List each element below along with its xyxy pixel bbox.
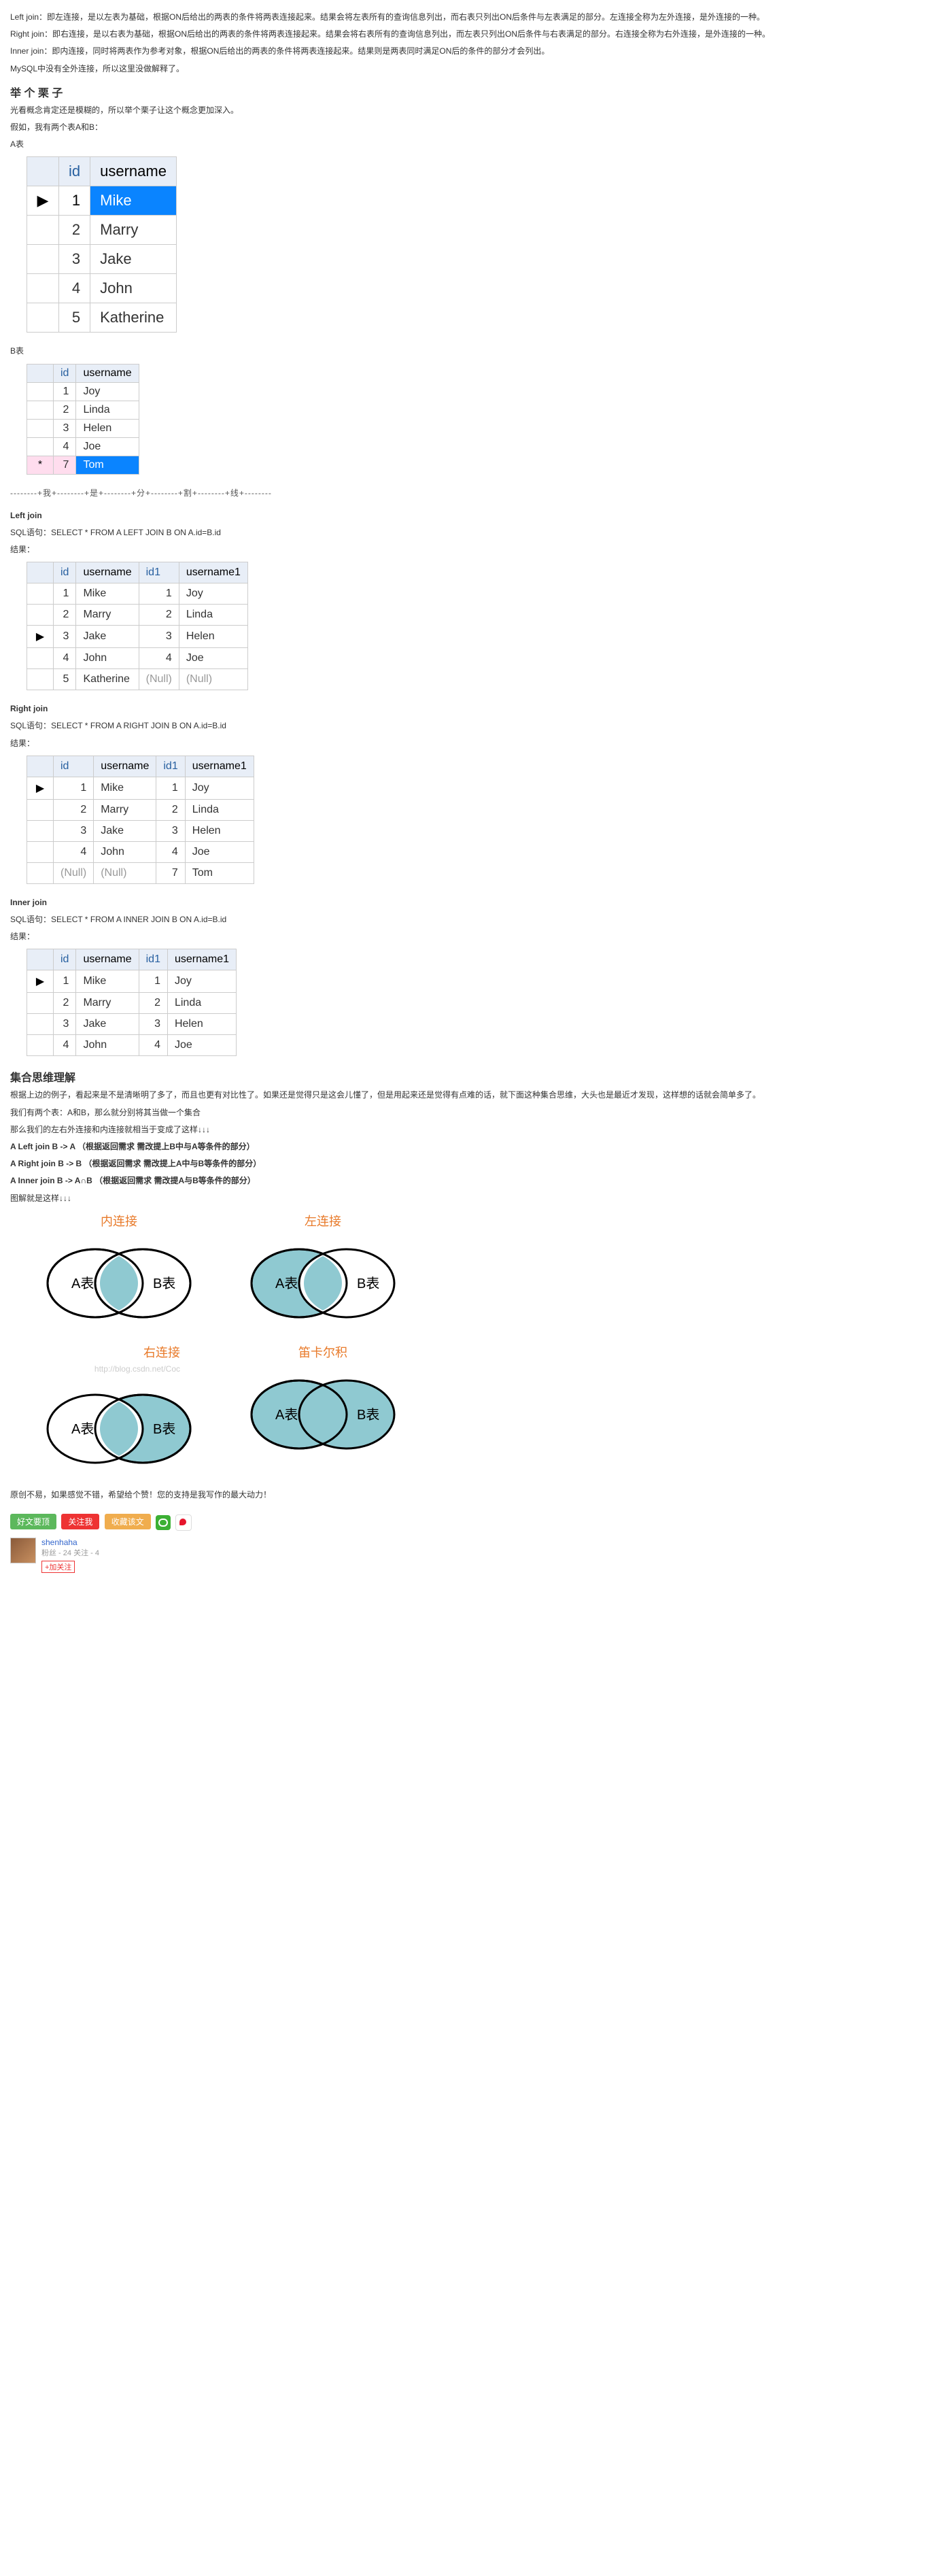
table-row: 5Katherine(Null)(Null) [27,669,248,690]
table-row: 3Jake3Helen [27,1014,237,1035]
example-intro1: 光看概念肯定还是模糊的，所以举个栗子让这个概念更加深入。 [10,104,924,117]
table-row: 1Joy [27,382,139,401]
table-row: 2Marry [27,216,177,245]
venn-a-label: A表 [275,1407,298,1423]
innerjoin-table: idusernameid1username1 ▶1Mike1Joy 2Marry… [27,949,237,1056]
innerjoin-title: Inner join [10,896,924,909]
author-meta: 粉丝 - 24 关注 - 4 [41,1549,99,1557]
leftjoin-res: 结果： [10,543,924,556]
intro-left: Left join：即左连接，是以左表为基础，根据ON后给出的两表的条件将两表连… [10,11,924,24]
venn-a-label: A表 [71,1276,94,1291]
intro-right: Right join：即右连接，是以右表为基础，根据ON后给出的两表的条件将两表… [10,28,924,41]
set-b: A Right join B -> B （根据返回需求 需改提上A中与B等条件的… [10,1157,924,1170]
venn-left: 左连接 A表 B表 [235,1212,411,1329]
wechat-icon[interactable] [156,1515,171,1530]
venn-b-label: B表 [357,1407,379,1423]
venn-right: 右连接 http://blog.csdn.net/Coc A表 B表 [31,1343,207,1475]
table-row: 2Marry2Linda [27,799,254,820]
set-p4: 图解就是这样↓↓↓ [10,1192,924,1205]
set-p3: 那么我们的左右外连接和内连接就相当于变成了这样↓↓↓ [10,1123,924,1136]
table-row: 2Marry2Linda [27,605,248,626]
watermark: http://blog.csdn.net/Coc [94,1364,180,1374]
add-follow-button[interactable]: +加关注 [41,1561,75,1573]
venn-right-svg: A表 B表 [31,1378,207,1473]
favorite-button[interactable]: 收藏该文 [105,1514,151,1529]
table-row: 3Helen [27,419,139,437]
set-a: A Left join B -> A （根据返回需求 需改提上B中与A等条件的部… [10,1140,924,1153]
set-p1: 根据上边的例子，看起来是不是清晰明了多了，而且也更有对比性了。如果还是觉得只是这… [10,1089,924,1102]
col-id: id [54,364,76,382]
venn-a-label: A表 [275,1276,298,1291]
table-a: idusername ▶1Mike 2Marry 3Jake 4John 5Ka… [27,156,177,333]
venn-b-label: B表 [153,1276,175,1291]
set-p2: 我们有两个表：A和B，那么就分别将其当做一个集合 [10,1106,924,1119]
label-b: B表 [10,345,924,358]
table-b: idusername 1Joy 2Linda 3Helen 4Joe *7Tom [27,364,139,475]
table-row: 2Marry2Linda [27,993,237,1014]
example-heading: 举 个 栗 子 [10,84,924,100]
venn-cross: 笛卡尔积 A表 B表 [235,1343,411,1475]
innerjoin-sql: SQL语句：SELECT * FROM A INNER JOIN B ON A.… [10,913,924,926]
venn-b-label: B表 [357,1276,379,1291]
set-c: A Inner join B -> A∩B （根据返回需求 需改提A与B等条件的… [10,1174,924,1187]
venn-cross-svg: A表 B表 [235,1363,411,1459]
like-button[interactable]: 好文要顶 [10,1514,56,1529]
table-row: 4John4Joe [27,648,248,669]
venn-left-svg: A表 B表 [235,1232,411,1327]
table-row: 2Linda [27,401,139,419]
venn-inner: 内连接 A表 B表 [31,1212,207,1329]
set-heading: 集合思维理解 [10,1068,924,1085]
rightjoin-res: 结果： [10,737,924,750]
intro-mysql: MySQL中没有全外连接，所以这里没做解释了。 [10,63,924,75]
intro-inner: Inner join：即内连接，同时将两表作为参考对象，根据ON后给出的两表的条… [10,45,924,58]
venn-label-left: 左连接 [235,1212,411,1230]
col-username: username [90,157,177,186]
col-id: id [59,157,90,186]
venn-a-label: A表 [71,1421,94,1437]
table-row: 5Katherine [27,303,177,333]
table-row: 4Joe [27,437,139,456]
weibo-icon[interactable] [175,1514,192,1531]
table-row: 3Jake3Helen [27,820,254,841]
leftjoin-table: idusernameid1username1 1Mike1Joy 2Marry2… [27,562,248,690]
table-row: 1Mike1Joy [27,583,248,605]
col-username: username [76,364,139,382]
venn-label-cross: 笛卡尔积 [235,1343,411,1361]
table-row: 4John4Joe [27,1035,237,1056]
venn-label-right: 右连接 [143,1346,180,1359]
table-row: (Null)(Null)7Tom [27,862,254,883]
rightjoin-sql: SQL语句：SELECT * FROM A RIGHT JOIN B ON A.… [10,719,924,732]
closing: 原创不易，如果感觉不错，希望给个赞！您的支持是我写作的最大动力！ [10,1489,924,1502]
table-row: ▶1Mike1Joy [27,777,254,799]
divider: --------+我+--------+是+--------+分+-------… [10,487,924,500]
leftjoin-title: Left join [10,509,924,522]
table-row: ▶1Mike [27,186,177,216]
innerjoin-res: 结果： [10,930,924,943]
avatar[interactable] [10,1538,36,1563]
author-link[interactable]: shenhaha [41,1538,77,1547]
table-row: 3Jake [27,245,177,274]
table-row: 4John4Joe [27,841,254,862]
table-row: 4John [27,274,177,303]
rightjoin-table: idusernameid1username1 ▶1Mike1Joy 2Marry… [27,756,254,884]
leftjoin-sql: SQL语句：SELECT * FROM A LEFT JOIN B ON A.i… [10,526,924,539]
follow-button[interactable]: 关注我 [61,1514,99,1529]
rightjoin-title: Right join [10,702,924,715]
table-row: *7Tom [27,456,139,474]
label-a: A表 [10,138,924,151]
table-row: ▶3Jake3Helen [27,626,248,648]
venn-inner-svg: A表 B表 [31,1232,207,1327]
venn-label-inner: 内连接 [31,1212,207,1230]
venn-b-label: B表 [153,1421,175,1437]
table-row: ▶1Mike1Joy [27,970,237,993]
example-intro2: 假如，我有两个表A和B： [10,121,924,134]
